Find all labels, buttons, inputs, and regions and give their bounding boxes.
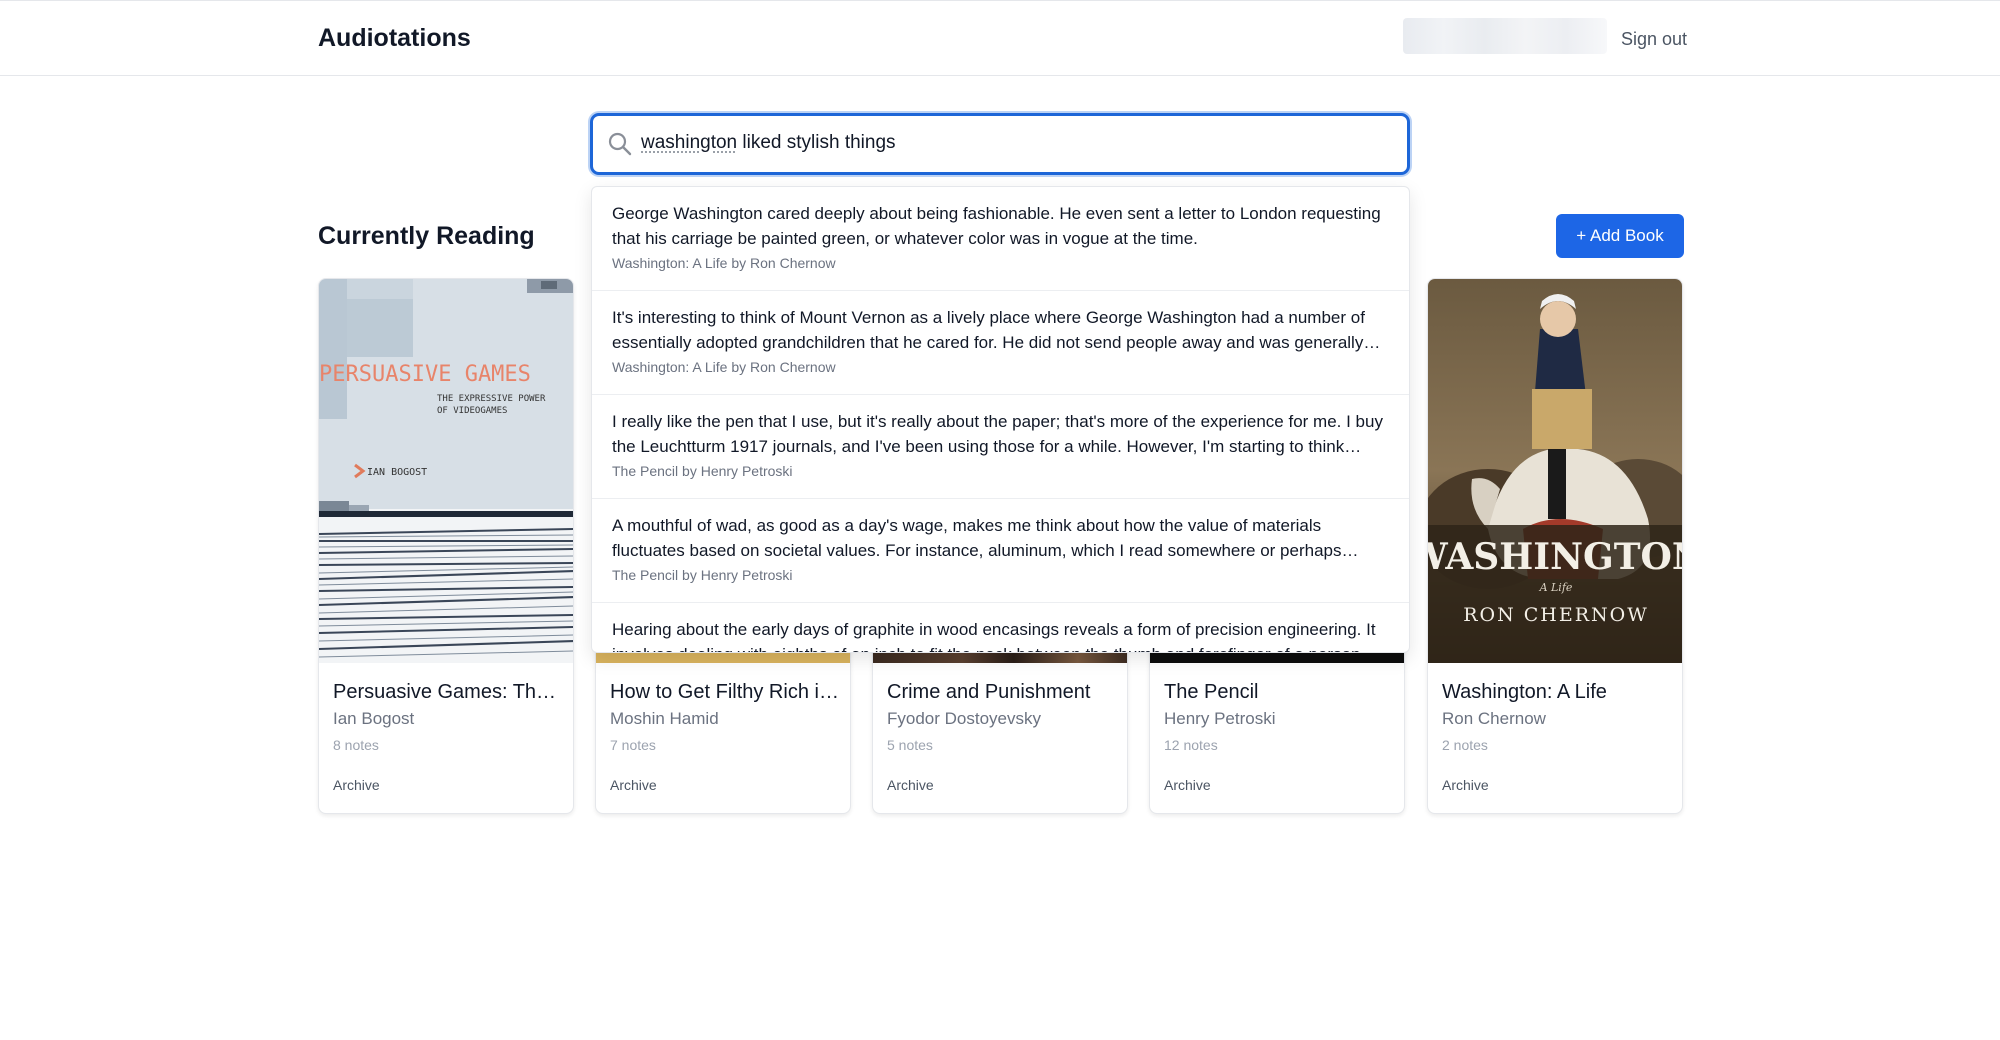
search-results-dropdown: George Washington cared deeply about bei… bbox=[591, 186, 1410, 653]
result-text: A mouthful of wad, as good as a day's wa… bbox=[612, 516, 1342, 560]
app-title: Audiotations bbox=[318, 24, 471, 52]
result-source: The Pencil by Henry Petroski bbox=[612, 567, 793, 583]
book-notes-count: 8 notes bbox=[333, 737, 379, 753]
book-notes-count: 5 notes bbox=[887, 737, 933, 753]
search-icon bbox=[608, 132, 632, 156]
result-source: Washington: A Life by Ron Chernow bbox=[612, 359, 836, 375]
book-title: How to Get Filthy Rich in Rising Asia bbox=[610, 681, 840, 703]
cover-title: WASHINGTON bbox=[1428, 536, 1683, 578]
book-title: Crime and Punishment bbox=[887, 681, 1091, 703]
archive-button[interactable]: Archive bbox=[333, 777, 380, 793]
result-text: It's interesting to think of Mount Verno… bbox=[612, 308, 1365, 352]
cover-author: IAN BOGOST bbox=[367, 467, 427, 478]
search-result-item[interactable]: I really like the pen that I use, but it… bbox=[592, 395, 1409, 499]
archive-button[interactable]: Archive bbox=[1164, 777, 1211, 793]
sign-out-link[interactable]: Sign out bbox=[1621, 29, 1687, 50]
search-result-item[interactable]: It's interesting to think of Mount Verno… bbox=[592, 291, 1409, 395]
book-cover-washington: WASHINGTON A Life RON CHERNOW bbox=[1428, 279, 1683, 663]
book-title: Persuasive Games: The Expressive Power o… bbox=[333, 681, 563, 703]
book-author: Fyodor Dostoyevsky bbox=[887, 709, 1041, 728]
section-title-currently-reading: Currently Reading bbox=[318, 222, 535, 250]
archive-button[interactable]: Archive bbox=[1442, 777, 1489, 793]
search-result-item[interactable]: George Washington cared deeply about bei… bbox=[592, 187, 1409, 291]
book-author: Ian Bogost bbox=[333, 709, 415, 728]
book-author: Henry Petroski bbox=[1164, 709, 1276, 728]
result-source: Washington: A Life by Ron Chernow bbox=[612, 255, 836, 271]
app-header: Audiotations Sign out bbox=[0, 0, 2000, 76]
book-notes-count: 12 notes bbox=[1164, 737, 1218, 753]
book-author: Moshin Hamid bbox=[610, 709, 719, 728]
archive-button[interactable]: Archive bbox=[887, 777, 934, 793]
result-source: The Pencil by Henry Petroski bbox=[612, 463, 793, 479]
book-title: The Pencil bbox=[1164, 681, 1259, 703]
search-result-item[interactable]: A mouthful of wad, as good as a day's wa… bbox=[592, 499, 1409, 603]
search-misspelled-word: washington bbox=[641, 132, 738, 153]
book-notes-count: 2 notes bbox=[1442, 737, 1488, 753]
add-book-button[interactable]: + Add Book bbox=[1556, 214, 1684, 258]
cover-subtitle-1: THE EXPRESSIVE POWER bbox=[437, 394, 546, 404]
search-input-rest: liked stylish things bbox=[737, 132, 896, 153]
book-author: Ron Chernow bbox=[1442, 709, 1546, 728]
cover-title: PERSUASIVE GAMES bbox=[319, 362, 531, 387]
search-input[interactable]: washington liked stylish things bbox=[641, 132, 896, 154]
book-card[interactable]: WASHINGTON A Life RON CHERNOW Washington… bbox=[1427, 278, 1683, 814]
result-text: George Washington cared deeply about bei… bbox=[612, 204, 1381, 248]
result-text: Hearing about the early days of graphite… bbox=[612, 620, 1376, 652]
cover-subtitle: A Life bbox=[1539, 581, 1573, 594]
search-box[interactable]: washington liked stylish things bbox=[590, 113, 1410, 175]
result-text: I really like the pen that I use, but it… bbox=[612, 412, 1383, 456]
cover-author: RON CHERNOW bbox=[1463, 604, 1649, 626]
archive-button[interactable]: Archive bbox=[610, 777, 657, 793]
book-notes-count: 7 notes bbox=[610, 737, 656, 753]
book-title: Washington: A Life bbox=[1442, 681, 1607, 703]
book-cover-persuasive-games: PERSUASIVE GAMES THE EXPRESSIVE POWER OF… bbox=[319, 279, 573, 663]
book-card[interactable]: PERSUASIVE GAMES THE EXPRESSIVE POWER OF… bbox=[318, 278, 574, 814]
user-account-redacted bbox=[1403, 18, 1607, 54]
cover-subtitle-2: OF VIDEOGAMES bbox=[437, 406, 507, 416]
search-result-item[interactable]: Hearing about the early days of graphite… bbox=[592, 603, 1409, 652]
